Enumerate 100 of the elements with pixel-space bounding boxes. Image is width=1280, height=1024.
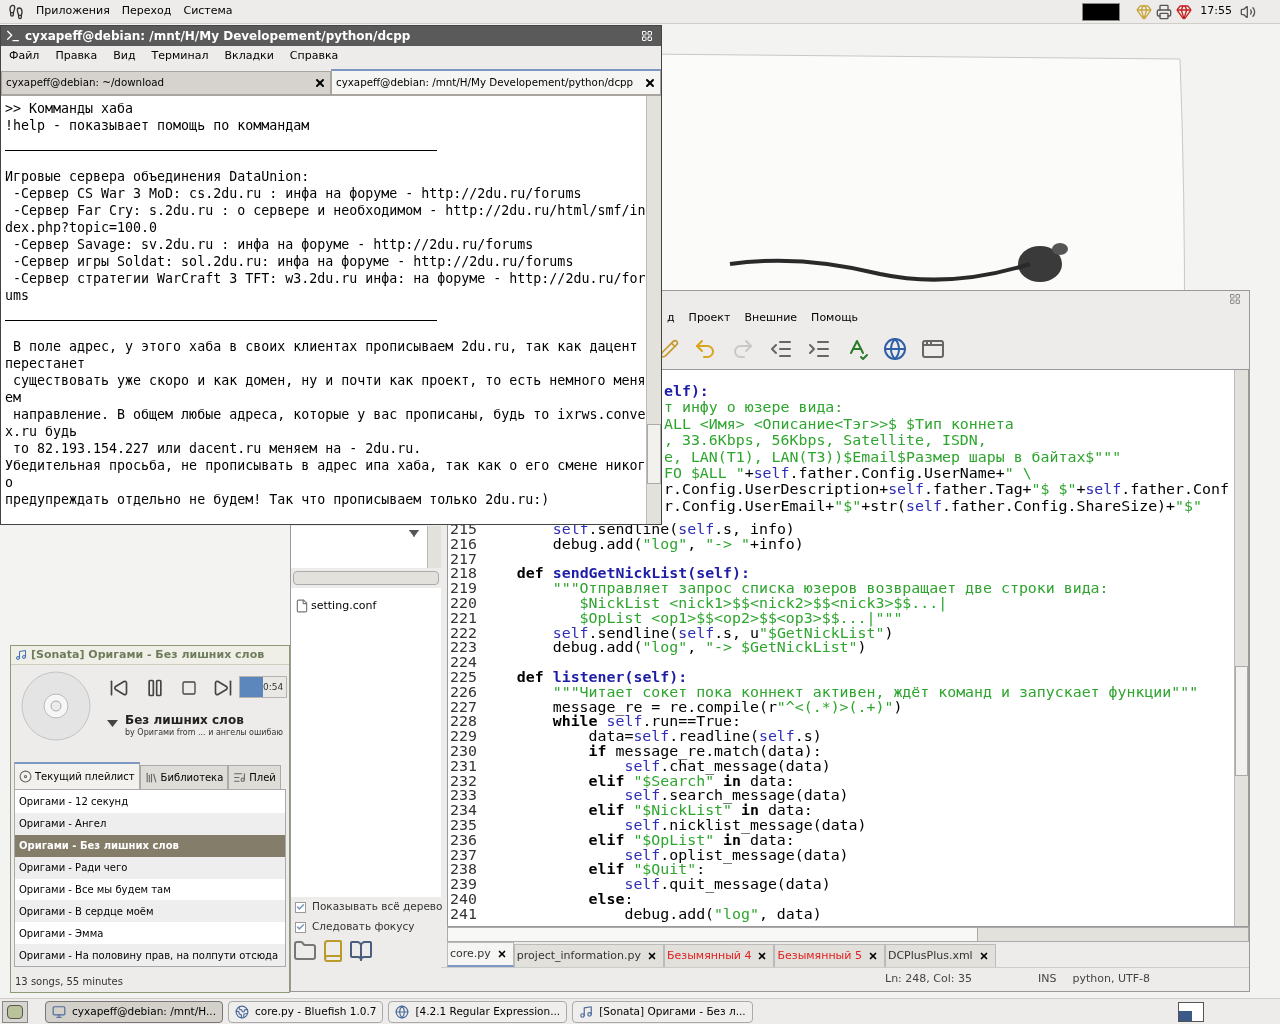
code-token: if bbox=[587, 741, 608, 760]
terminal-line: -Сервер Savage: sv.2du.ru : инфа на форуме - http://2du.ru/forums bbox=[12, 236, 534, 253]
menu-item[interactable]: Помощь bbox=[811, 309, 872, 327]
code-token: e, LAN(T1), LAN(T3))$Email$Размер шары в байтах$""" bbox=[664, 447, 1122, 466]
terminal-line: перестанет bbox=[5, 355, 86, 372]
terminal-tab[interactable]: cyxapeff@debian: /mnt/H/My Developement/python/dcpp bbox=[331, 69, 661, 95]
code-token: elif bbox=[587, 830, 626, 849]
checkbox-option[interactable]: Следовать фокусу bbox=[291, 917, 441, 937]
code-token: ) bbox=[884, 623, 894, 642]
line-number: 239 bbox=[449, 877, 478, 892]
status-text: 13 songs, 55 minutes bbox=[15, 975, 123, 989]
terminal-line: Игровые сервера объединения DataUnion: bbox=[5, 168, 310, 185]
code-token: def bbox=[515, 564, 545, 583]
line-number: 241 bbox=[449, 906, 478, 922]
code-token: "$ $" bbox=[1031, 480, 1077, 499]
terminal-line: >> Комманды хаба bbox=[5, 100, 134, 117]
playlist-row[interactable]: Оригами - В сердце моём bbox=[15, 900, 285, 923]
cursor-position: Ln: 248, Col: 35 bbox=[885, 971, 972, 988]
checkbox-option[interactable]: Показывать всё дерево bbox=[291, 897, 441, 917]
panel-menu[interactable]: Система bbox=[183, 3, 233, 20]
player-tab[interactable]: Плей bbox=[228, 765, 281, 789]
code-token: "$" bbox=[834, 496, 862, 515]
menu-item[interactable]: Вид bbox=[105, 48, 144, 65]
window-title: [Sonata] Оригами - Без лишних слов bbox=[31, 646, 265, 663]
terminal-line: -Сервер CS War 3 MoD: cs.2du.ru : инфа на форуме - http://2du.ru/forums bbox=[12, 185, 582, 202]
terminal-line: -Сервер стратегии WarCraft 3 TFT: w3.2du.ru инфа: на форуме - http://2du.ru/for bbox=[12, 270, 646, 287]
menu-item[interactable]: Правка bbox=[47, 48, 106, 65]
code-token: + bbox=[1076, 480, 1086, 499]
code-token: self bbox=[753, 463, 790, 482]
playlist-row[interactable]: Оригами - Ради чего bbox=[15, 856, 285, 879]
line-number: 236 bbox=[449, 832, 478, 848]
menu-item[interactable]: Вкладки bbox=[216, 48, 282, 65]
menu-item[interactable]: Внешние bbox=[744, 309, 812, 327]
line-number: 224 bbox=[449, 655, 478, 670]
terminal-line: x.ru будь bbox=[5, 423, 78, 440]
code-token: , bbox=[687, 638, 698, 657]
player-tab[interactable]: Библиотека bbox=[139, 765, 229, 789]
menu-item[interactable]: Файл bbox=[1, 48, 48, 65]
line-number: 230 bbox=[449, 743, 478, 759]
code-token: " \ bbox=[1004, 463, 1032, 482]
document-tab[interactable]: Безымянный 4 bbox=[664, 944, 775, 967]
document-tab[interactable]: project_information.py bbox=[513, 944, 664, 967]
taskbar-button[interactable]: cyxapeff@debian: /mnt/H... bbox=[45, 1000, 223, 1023]
playlist-row[interactable]: Оригами - На половину прав, на полпути отсюда bbox=[15, 944, 285, 966]
code-token: def bbox=[515, 667, 545, 686]
code-token: ALL <Имя> <Описание<Тэг>>$ $Тип коннета bbox=[664, 414, 1014, 433]
code-token: self bbox=[888, 480, 924, 499]
line-number: 223 bbox=[449, 640, 478, 656]
menu-item[interactable]: д bbox=[667, 309, 689, 327]
code-token: .readline( bbox=[669, 727, 759, 746]
line-number: 235 bbox=[449, 817, 478, 833]
line-number: 216 bbox=[449, 536, 478, 552]
window-title: cyxapeff@debian: /mnt/H/My Developement/python/dcpp bbox=[25, 28, 411, 45]
code-token: self bbox=[758, 727, 795, 746]
playlist-row[interactable]: Оригами - Без лишних слов bbox=[15, 834, 285, 857]
clock[interactable]: 17:55 bbox=[1200, 3, 1232, 20]
code-token: ) bbox=[857, 638, 867, 657]
line-number: 233 bbox=[449, 788, 478, 804]
taskbar-button[interactable]: core.py - Bluefish 1.0.7 bbox=[227, 1000, 384, 1023]
code-token: FO $ALL " bbox=[664, 463, 745, 482]
terminal-line: В поле адрес, у этого хаба в своих клиентах прописываем 2du.ru, так как дацент bbox=[12, 338, 638, 355]
line-number: 234 bbox=[449, 803, 478, 818]
code-token: .father.Conf bbox=[1121, 480, 1229, 499]
code-token: .s) bbox=[794, 727, 822, 746]
code-token: listener(self): bbox=[552, 667, 688, 686]
taskbar-button[interactable]: [4.2.1 Regular Expression... bbox=[388, 1000, 568, 1023]
terminal-tab[interactable]: cyxapeff@debian: ~/download bbox=[1, 71, 331, 95]
taskbar-button[interactable]: [Sonata] Оригами - Без л... bbox=[572, 1000, 753, 1023]
line-number: 225 bbox=[449, 669, 478, 685]
document-tab[interactable]: Безымянный 5 bbox=[774, 944, 885, 967]
player-tab[interactable]: Текущий плейлист bbox=[14, 762, 140, 789]
panel-menu[interactable]: Приложения bbox=[36, 3, 110, 20]
terminal-line: !help - показывает помощь по коммандам bbox=[5, 117, 310, 134]
document-tab[interactable]: DCPlusPlus.xml bbox=[884, 944, 996, 967]
insert-mode: INS bbox=[1037, 971, 1057, 988]
code-token: т инфу о юзере вида: bbox=[664, 398, 844, 417]
song-title: Без лишних слов bbox=[125, 712, 244, 728]
terminal-line: существовать уже скоро и как домен, ну и почти как проект, то есть немного меня bbox=[12, 372, 646, 389]
line-number: 217 bbox=[449, 551, 478, 567]
line-number: 231 bbox=[449, 758, 478, 774]
menu-item[interactable]: Проект bbox=[688, 309, 745, 327]
panel-menu[interactable]: Переход bbox=[121, 3, 172, 20]
terminal-line: предупреждать отдельно не будем! Так что прописываем только 2du.ru:) bbox=[5, 491, 550, 508]
menu-item[interactable]: Терминал bbox=[143, 48, 217, 65]
document-tab[interactable]: core.py bbox=[447, 942, 514, 967]
line-number: 238 bbox=[449, 862, 478, 878]
code-token: "log" bbox=[714, 904, 759, 923]
code-token: "$" bbox=[1175, 496, 1202, 515]
code-token: , 33.6Kbps, 56Kbps, Satellite, ISDN, bbox=[664, 431, 987, 450]
terminal-line: Убедительная просьба, не прописывать в адрес ипа хаба, так как о его смене никог bbox=[5, 457, 646, 474]
code-token: elf): bbox=[664, 382, 709, 400]
code-token: self bbox=[906, 496, 942, 515]
playlist-row[interactable]: Оригами - Ангел bbox=[15, 812, 285, 835]
code-token: .father.Config.ShareSize)+ bbox=[941, 496, 1176, 515]
line-number: 240 bbox=[449, 891, 478, 907]
line-number: 227 bbox=[449, 699, 478, 715]
menu-item[interactable]: Справка bbox=[281, 48, 347, 65]
line-number: 218 bbox=[449, 566, 478, 582]
file-item[interactable]: setting.conf bbox=[295, 598, 441, 615]
code-token: ) bbox=[893, 697, 903, 716]
